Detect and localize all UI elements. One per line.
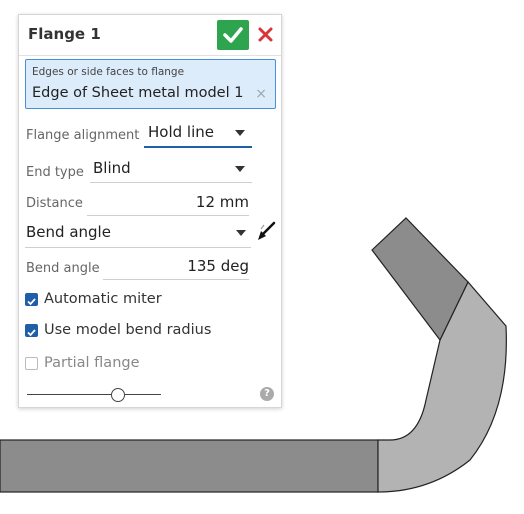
flange-alignment-value: Hold line [148,123,214,141]
use-model-bend-radius-option[interactable]: Use model bend radius [25,320,265,342]
flange-alignment-select[interactable]: Hold line [144,121,252,149]
bend-angle-underline [103,279,249,280]
end-type-value: Blind [93,159,131,177]
opposite-direction-icon[interactable] [255,220,277,242]
end-type-select[interactable]: Blind [90,157,252,185]
automatic-miter-option[interactable]: Automatic miter [25,289,265,311]
distance-label: Distance [26,196,83,211]
help-icon[interactable]: ? [260,387,274,401]
check-icon [223,27,243,43]
partial-flange-label: Partial flange [44,355,140,371]
automatic-miter-label: Automatic miter [44,291,162,307]
chevron-down-icon [235,166,245,172]
distance-underline [87,215,249,216]
flange-dialog: Flange 1 Edges or side faces to flange E… [18,14,282,408]
angle-mode-underline [25,247,251,248]
partial-flange-option[interactable]: Partial flange [25,353,265,375]
angle-mode-select[interactable]: Bend angle [25,219,251,247]
close-icon [258,27,273,42]
check-icon [27,329,36,337]
clear-selection-icon[interactable]: × [255,86,267,102]
distance-input[interactable]: 12 mm [87,191,249,217]
cancel-button[interactable] [255,21,277,49]
slider-thumb[interactable] [111,388,126,402]
accept-button[interactable] [217,20,249,50]
use-model-bend-radius-checkbox[interactable] [25,324,38,337]
check-icon [27,298,36,306]
flange-alignment-label: Flange alignment [26,128,140,143]
bend-angle-input[interactable]: 135 deg [103,255,249,281]
selection-label: Edges or side faces to flange [32,66,185,78]
dialog-header: Flange 1 [19,15,281,56]
chevron-down-icon [236,230,246,236]
partial-flange-checkbox[interactable] [25,357,38,370]
selection-field[interactable]: Edges or side faces to flange Edge of Sh… [25,59,276,109]
distance-value: 12 mm [195,193,249,211]
angle-mode-value: Bend angle [26,223,111,241]
chevron-down-icon [235,130,245,136]
slider-track [27,394,161,395]
dialog-title: Flange 1 [28,25,101,43]
bend-angle-value: 135 deg [187,257,249,275]
use-model-bend-radius-label: Use model bend radius [44,322,212,338]
selection-value: Edge of Sheet metal model 1 [32,85,244,101]
flange-alignment-underline [144,146,252,148]
base-wall[interactable] [0,439,379,493]
automatic-miter-checkbox[interactable] [25,293,38,306]
end-type-underline [90,182,252,183]
end-type-label: End type [26,165,84,180]
dialog-slider[interactable] [27,388,161,402]
bend-angle-label: Bend angle [26,261,100,276]
